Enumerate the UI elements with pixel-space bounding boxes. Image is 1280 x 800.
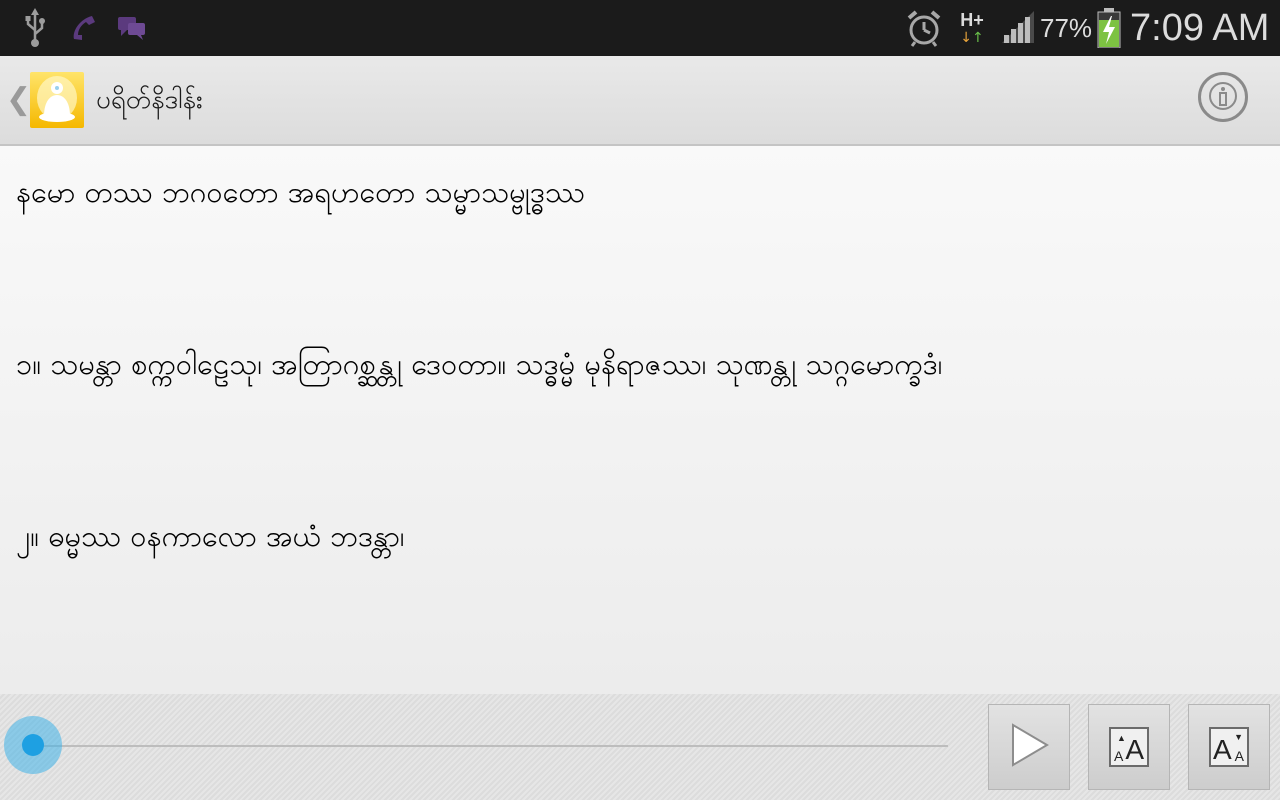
info-icon[interactable] — [1198, 72, 1248, 122]
usb-icon — [20, 0, 50, 56]
data-activity-icon: ↓↑ — [960, 30, 984, 46]
font-size-decrease-button[interactable]: A ▼ A — [1188, 704, 1270, 790]
network-type-label: H+ — [960, 10, 984, 30]
font-size-increase-button[interactable]: ▲ A A — [1088, 704, 1170, 790]
battery-percent: 77% — [1040, 13, 1093, 43]
back-chevron-icon[interactable]: ❮ — [6, 56, 31, 144]
play-button[interactable] — [988, 704, 1070, 790]
play-icon — [1009, 723, 1049, 771]
battery-charging-icon — [1096, 0, 1122, 56]
action-bar: ❮ ပရိတ်နိဒါန်း — [0, 56, 1280, 146]
chat-icon — [114, 0, 150, 56]
font-size-increase-icon: ▲ A A — [1109, 727, 1149, 767]
phone-call-icon — [66, 0, 102, 56]
verse-line: နမော တဿ ဘဂဝတော အရဟတော သမ္မာသမ္ဗုဒ္ဓဿ — [16, 175, 585, 209]
font-size-decrease-icon: A ▼ A — [1209, 727, 1249, 767]
seek-bar-thumb[interactable] — [22, 734, 44, 756]
seek-bar-track[interactable] — [32, 745, 948, 747]
network-type-icon: H+ ↓↑ — [954, 0, 990, 56]
clock: 7:09 AM — [1130, 7, 1270, 49]
signal-icon — [998, 0, 1038, 56]
alarm-icon — [902, 0, 946, 56]
status-bar: H+ ↓↑ 77% 7:09 AM — [0, 0, 1280, 56]
verse-line: ၁။ သမန္တာ စက္ကဝါဠေသု၊ အတြာဂစ္ဆန္တု ဒေဝတာ… — [16, 347, 943, 381]
page-title: ပရိတ်နိဒါန်း — [96, 85, 203, 115]
buddha-app-icon[interactable] — [30, 72, 84, 128]
verse-content: နမော တဿ ဘဂဝတော အရဟတော သမ္မာသမ္ဗုဒ္ဓဿ ၁။ … — [0, 146, 1280, 694]
verse-line: ၂။ ဓမ္မဿ ဝနကာလော အယံ ဘဒန္တာ၊ — [16, 519, 405, 553]
